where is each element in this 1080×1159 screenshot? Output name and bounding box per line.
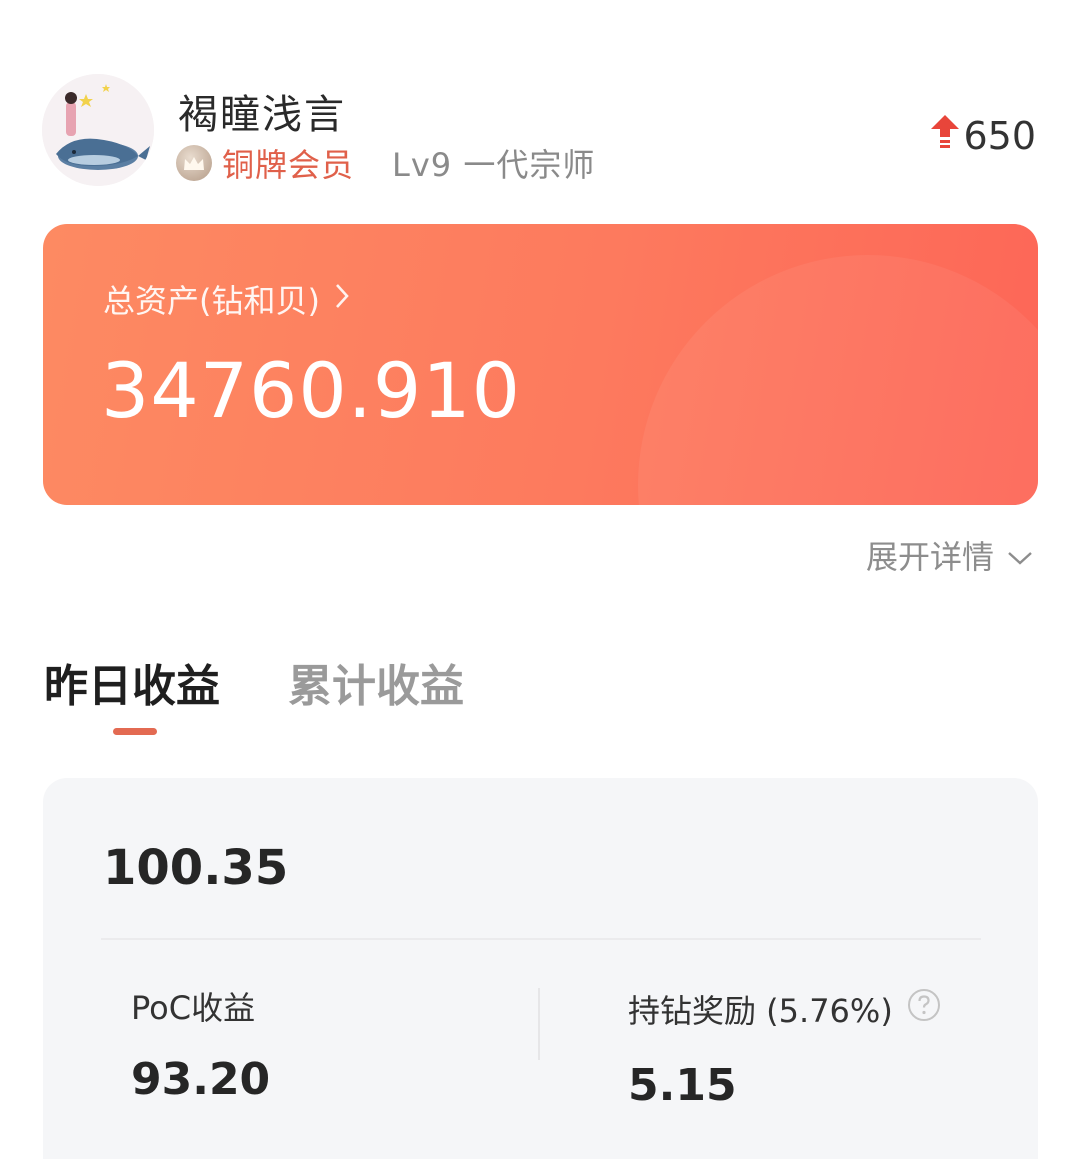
- level-label: Lv9 一代宗师: [392, 146, 596, 184]
- earnings-panel: 100.35 PoC收益 93.20 持钻奖励 (5.76%) 5.15: [43, 778, 1038, 1159]
- asset-title: 总资产(钻和贝): [103, 282, 320, 320]
- earnings-total: 100.35: [103, 840, 289, 896]
- active-tab-indicator: [113, 728, 157, 735]
- arrow-up-icon: [931, 114, 960, 158]
- score-value: 650: [963, 114, 1036, 158]
- avatar[interactable]: [42, 74, 154, 186]
- tab-total-earnings[interactable]: 累计收益: [288, 650, 464, 714]
- asset-title-link[interactable]: 总资产(钻和贝): [103, 276, 350, 322]
- score-badge[interactable]: 650: [931, 114, 1036, 158]
- member-tier-label: 铜牌会员: [222, 146, 355, 184]
- expand-label: 展开详情: [865, 538, 994, 576]
- divider: [101, 938, 981, 940]
- tab-yesterday-earnings[interactable]: 昨日收益: [44, 650, 220, 714]
- total-asset-card[interactable]: 总资产(钻和贝) 34760.910: [43, 224, 1038, 505]
- username: 褐瞳浅言: [178, 92, 346, 138]
- question-circle-icon[interactable]: [907, 988, 941, 1030]
- holding-reward-row: 持钻奖励 (5.76%): [628, 986, 941, 1032]
- whale-avatar-illustration: [42, 74, 154, 186]
- vertical-divider: [538, 988, 540, 1060]
- member-row[interactable]: 铜牌会员 Lv9 一代宗师: [176, 142, 595, 184]
- poc-earnings-label: PoC收益: [131, 989, 256, 1027]
- holding-reward-label: 持钻奖励 (5.76%): [628, 992, 893, 1030]
- crown-icon: [176, 145, 212, 181]
- chevron-right-icon: [334, 280, 350, 318]
- chevron-down-icon: [1006, 536, 1034, 574]
- asset-value: 34760.910: [101, 346, 521, 435]
- poc-earnings-value: 93.20: [131, 1054, 271, 1105]
- wallet-page: 褐瞳浅言 铜牌会员 Lv9 一代宗师 650 总资产(钻和贝) 34760.91…: [0, 0, 1080, 1159]
- card-decoration: [638, 255, 1038, 505]
- holding-reward-value: 5.15: [628, 1060, 737, 1111]
- expand-details-button[interactable]: 展开详情: [866, 532, 1034, 578]
